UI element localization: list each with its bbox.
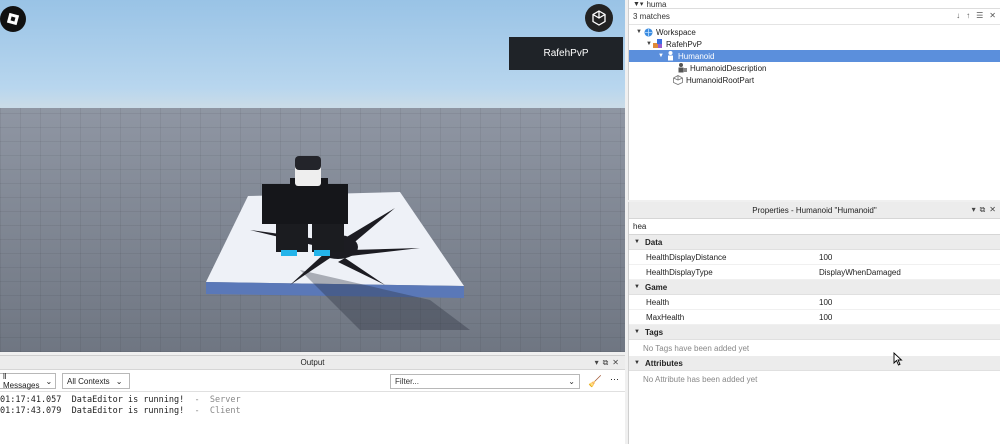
- close-search-icon[interactable]: ✕: [989, 11, 996, 20]
- game-viewport[interactable]: RafehPvP: [0, 0, 625, 352]
- property-value[interactable]: 100: [819, 253, 1000, 262]
- category-game[interactable]: ▼ Game: [629, 280, 1000, 295]
- property-value[interactable]: DisplayWhenDamaged: [819, 268, 1000, 277]
- tree-item-humanoid[interactable]: ▼ Humanoid: [629, 50, 1000, 62]
- next-match-icon[interactable]: ↓: [956, 11, 960, 20]
- category-data[interactable]: ▼ Data: [629, 235, 1000, 250]
- output-filter-input[interactable]: Filter... ⌄: [390, 374, 580, 389]
- property-value[interactable]: 100: [819, 298, 1000, 307]
- globe-icon: [643, 27, 653, 37]
- explorer-panel: ▼▾ huma 3 matches ↓ ↑ ☰ ✕ ▼ Workspace ▼ …: [628, 0, 1000, 200]
- log-line: 01:17:43.079 DataEditor is running! - Cl…: [0, 406, 241, 416]
- close-icon[interactable]: ✕: [989, 205, 996, 215]
- list-options-icon[interactable]: ☰: [976, 11, 983, 20]
- collapse-arrow-icon[interactable]: ▼: [629, 284, 645, 290]
- output-title: Output: [300, 358, 325, 367]
- explorer-search-input[interactable]: huma: [646, 0, 666, 9]
- filter-icon[interactable]: ▼▾: [633, 0, 643, 8]
- property-row-health-display-type[interactable]: HealthDisplayType DisplayWhenDamaged: [629, 265, 1000, 280]
- player-name-card[interactable]: RafehPvP: [509, 37, 623, 70]
- contexts-dropdown[interactable]: All Contexts ⌄: [62, 373, 130, 389]
- explorer-search[interactable]: ▼▾ huma: [629, 0, 1000, 9]
- mouse-cursor-icon: [893, 352, 903, 366]
- property-row-health-display-distance[interactable]: HealthDisplayDistance 100: [629, 250, 1000, 265]
- category-tags[interactable]: ▼ Tags: [629, 325, 1000, 340]
- humanoid-description-icon: [677, 63, 687, 73]
- dropdown-icon[interactable]: ▾: [972, 205, 976, 215]
- collapse-arrow-icon[interactable]: ▼: [629, 239, 645, 245]
- more-options-icon[interactable]: ⋯: [610, 374, 619, 385]
- collapse-arrow-icon[interactable]: ▼: [629, 360, 645, 366]
- roblox-logo-icon[interactable]: [0, 6, 26, 32]
- tags-empty-note: No Tags have been added yet: [643, 343, 750, 353]
- output-panel: Output ▾ ⧉ ✕ ll Messages ⌄ All Contexts …: [0, 355, 625, 444]
- attributes-empty-note: No Attribute has been added yet: [643, 374, 758, 384]
- part-icon: [673, 75, 683, 85]
- model-icon: [653, 39, 663, 49]
- properties-panel: Properties - Humanoid "Humanoid" ▾ ⧉ ✕ h…: [628, 202, 1000, 444]
- messages-dropdown[interactable]: ll Messages ⌄: [0, 372, 56, 390]
- tree-item-workspace[interactable]: ▼ Workspace: [629, 26, 1000, 38]
- tree-item-humanoid-description[interactable]: HumanoidDescription: [629, 62, 1000, 74]
- expand-arrow-icon[interactable]: ▼: [635, 29, 643, 35]
- properties-title: Properties - Humanoid "Humanoid": [752, 205, 877, 215]
- collapse-arrow-icon[interactable]: ▼: [629, 329, 645, 335]
- property-row-max-health[interactable]: MaxHealth 100: [629, 310, 1000, 325]
- expand-arrow-icon[interactable]: ▼: [645, 41, 653, 47]
- backpack-cube-icon[interactable]: [585, 4, 613, 32]
- undock-icon[interactable]: ⧉: [980, 205, 986, 215]
- expand-arrow-icon[interactable]: ▼: [657, 53, 665, 59]
- properties-title-bar: Properties - Humanoid "Humanoid" ▾ ⧉ ✕: [629, 202, 1000, 219]
- tree-item-humanoid-root-part[interactable]: HumanoidRootPart: [629, 74, 1000, 86]
- humanoid-icon: [665, 51, 675, 61]
- category-attributes[interactable]: ▼ Attributes: [629, 356, 1000, 371]
- tree-item-rafehpvp[interactable]: ▼ RafehPvP: [629, 38, 1000, 50]
- undock-icon[interactable]: ⧉: [603, 358, 609, 368]
- output-title-bar: Output ▾ ⧉ ✕: [0, 356, 625, 370]
- close-icon[interactable]: ✕: [612, 358, 619, 368]
- prev-match-icon[interactable]: ↑: [966, 11, 970, 20]
- output-toolbar: ll Messages ⌄ All Contexts ⌄ Filter... ⌄…: [0, 370, 625, 392]
- clear-output-icon[interactable]: 🧹: [588, 375, 602, 388]
- explorer-match-bar: 3 matches ↓ ↑ ☰ ✕: [629, 9, 1000, 25]
- chevron-down-icon: ⌄: [45, 376, 53, 386]
- dropdown-icon[interactable]: ▾: [595, 358, 599, 368]
- property-row-health[interactable]: Health 100: [629, 295, 1000, 310]
- properties-filter-input[interactable]: hea: [629, 219, 1000, 235]
- match-count: 3 matches: [633, 12, 670, 21]
- log-line: 01:17:41.057 DataEditor is running! - Se…: [0, 395, 241, 405]
- chevron-down-icon: ⌄: [115, 376, 123, 386]
- chevron-down-icon: ⌄: [568, 377, 575, 386]
- property-value[interactable]: 100: [819, 313, 1000, 322]
